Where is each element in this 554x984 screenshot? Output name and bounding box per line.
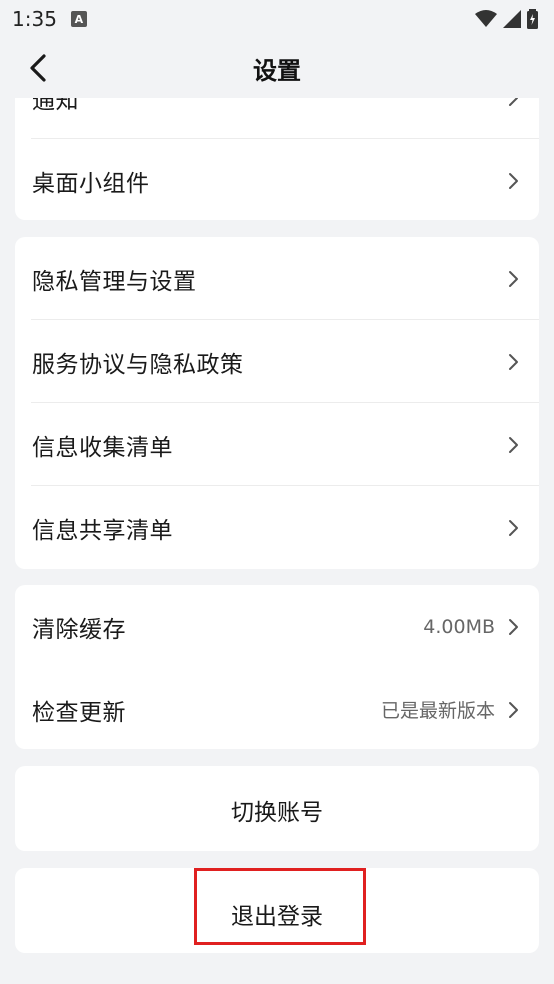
settings-item-check-update[interactable]: 检查更新 已是最新版本 (15, 668, 539, 749)
status-left: 1:35 A (12, 7, 87, 31)
settings-item-label: 信息收集清单 (32, 434, 173, 461)
settings-item-label: 服务协议与隐私政策 (32, 351, 244, 378)
page-title: 设置 (253, 56, 301, 85)
settings-item-label: 桌面小组件 (32, 170, 150, 197)
version-status-value: 已是最新版本 (380, 700, 495, 722)
switch-account-button[interactable]: 切换账号 (15, 766, 539, 851)
settings-group-app: 清除缓存 4.00MB 检查更新 已是最新版本 (15, 585, 539, 749)
status-bar: 1:35 A (0, 0, 554, 38)
chevron-right-icon (507, 352, 521, 372)
settings-item-label: 隐私管理与设置 (32, 268, 197, 295)
chevron-right-icon (507, 617, 521, 637)
settings-item-privacy-management[interactable]: 隐私管理与设置 (15, 237, 539, 320)
navigation-header: 设置 (0, 38, 554, 98)
settings-item-info-sharing[interactable]: 信息共享清单 (15, 486, 539, 569)
settings-item-clear-cache[interactable]: 清除缓存 4.00MB (15, 585, 539, 668)
settings-item-notifications[interactable]: 通知 (15, 98, 539, 139)
wifi-icon (475, 10, 497, 27)
settings-item-service-agreement[interactable]: 服务协议与隐私政策 (15, 320, 539, 403)
battery-icon (527, 9, 538, 29)
highlight-box (194, 868, 366, 945)
signal-icon (503, 10, 521, 28)
settings-group-privacy: 隐私管理与设置 服务协议与隐私政策 信息收集清单 信息共享清单 (15, 237, 539, 569)
chevron-right-icon (507, 171, 521, 191)
settings-item-label: 清除缓存 (32, 616, 126, 643)
chevron-right-icon (507, 700, 521, 720)
app-notification-icon: A (70, 11, 87, 27)
settings-item-info-collection[interactable]: 信息收集清单 (15, 403, 539, 486)
settings-list[interactable]: 通知 桌面小组件 隐私管理与设置 服务协议与隐私政策 信息收集清单 信息共享清单… (0, 98, 554, 984)
settings-item-desktop-widget[interactable]: 桌面小组件 (15, 139, 539, 220)
chevron-right-icon (507, 435, 521, 455)
chevron-right-icon (507, 518, 521, 538)
cache-size-value: 4.00MB (423, 615, 495, 638)
settings-item-label: 检查更新 (32, 699, 126, 726)
chevron-right-icon (507, 269, 521, 289)
settings-group-general: 通知 桌面小组件 (15, 98, 539, 220)
status-time: 1:35 (12, 7, 57, 31)
status-right (475, 9, 538, 29)
back-button[interactable] (20, 50, 56, 86)
settings-item-label: 通知 (32, 98, 79, 114)
chevron-right-icon (507, 98, 521, 108)
switch-account-label: 切换账号 (231, 800, 323, 826)
settings-item-label: 信息共享清单 (32, 517, 173, 544)
back-arrow-icon (30, 54, 46, 82)
